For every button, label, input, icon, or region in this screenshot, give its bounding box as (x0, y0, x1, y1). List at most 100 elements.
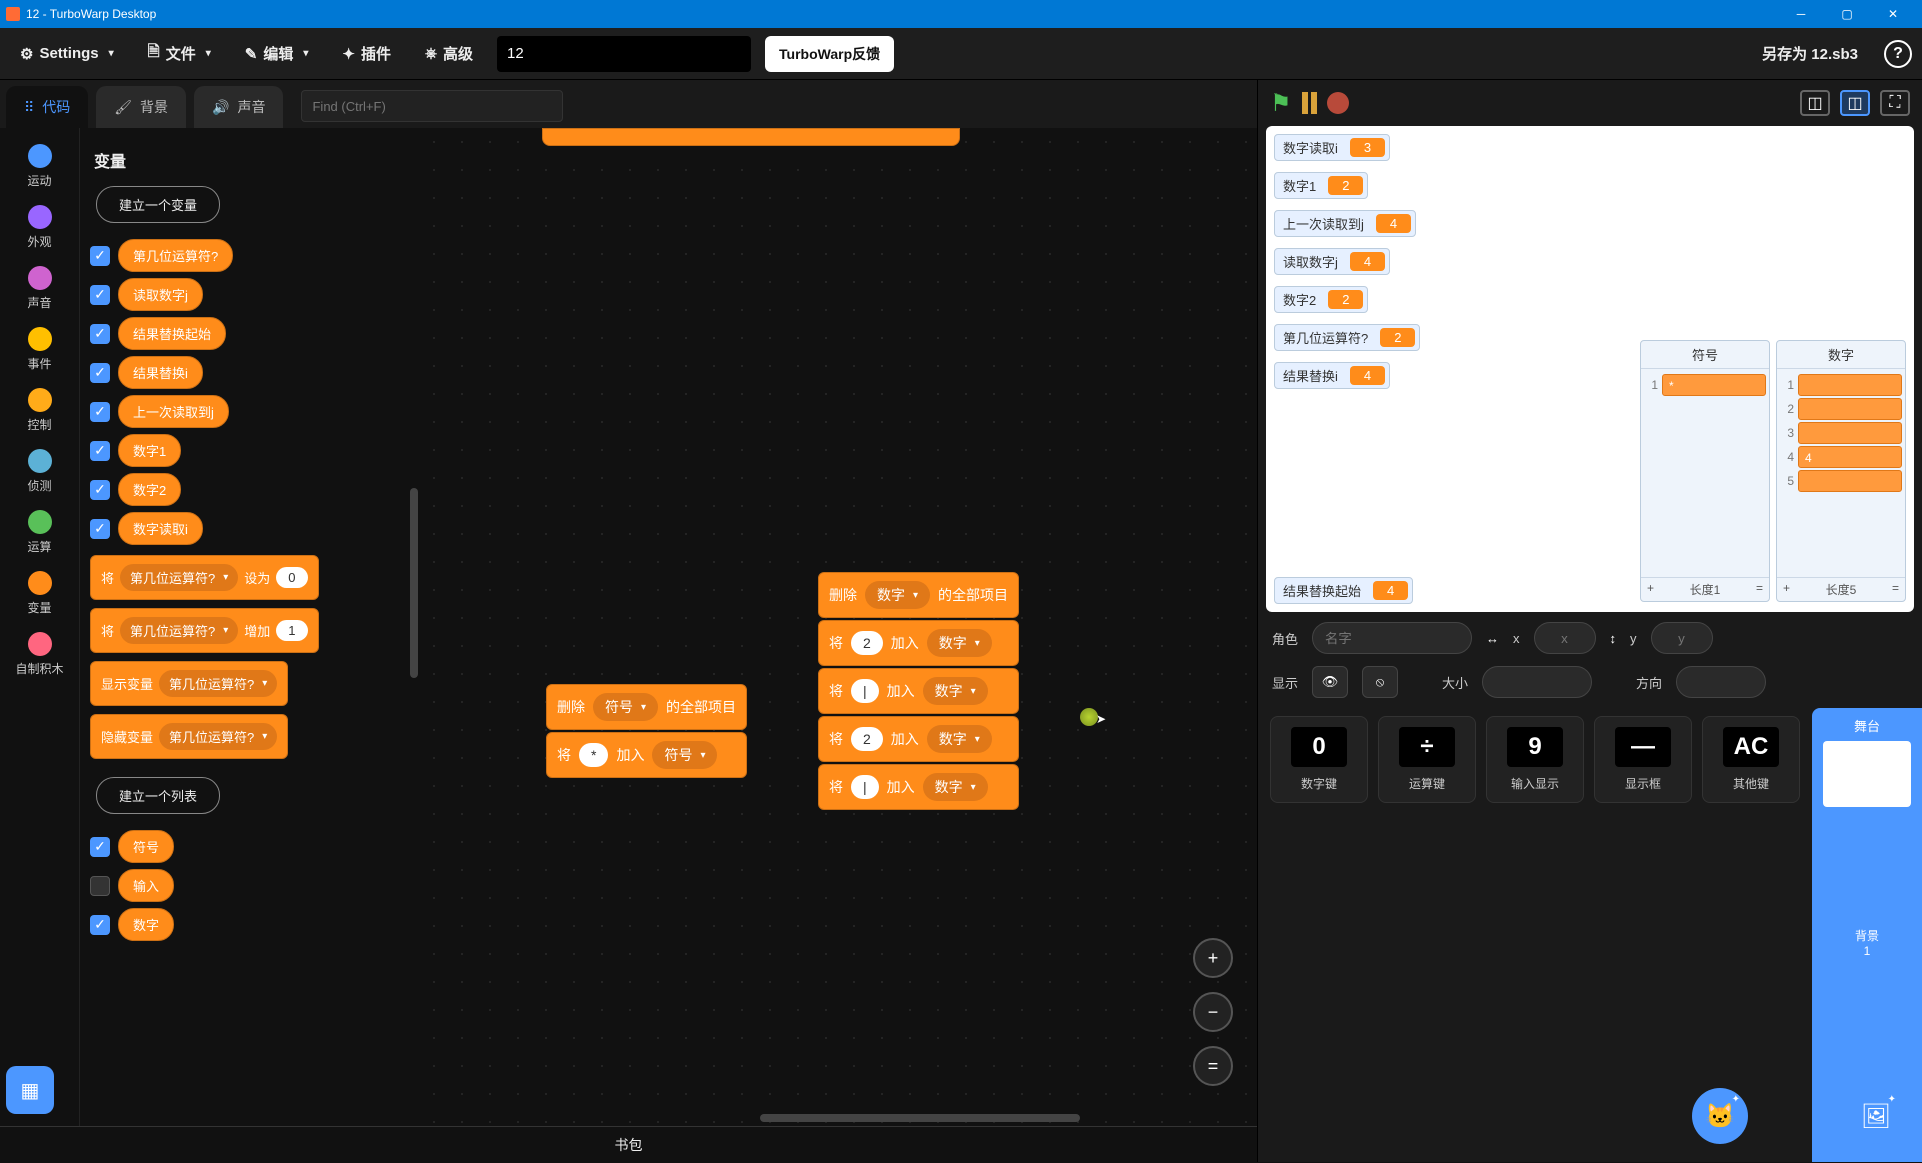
variable-reporter[interactable]: 数字读取i (118, 512, 203, 545)
set-variable-block[interactable]: 将 第几位运算符? 设为 0 (90, 555, 319, 600)
list-dropdown[interactable]: 数字 (923, 773, 988, 801)
tab-code[interactable]: ⠿ 代码 (6, 86, 88, 128)
find-input[interactable] (301, 90, 563, 122)
variable-dropdown[interactable]: 第几位运算符? (120, 617, 238, 644)
category-事件[interactable]: 事件 (0, 319, 79, 380)
list-cell[interactable] (1798, 470, 1902, 492)
advanced-menu[interactable]: ⎈ 高级 (415, 37, 483, 70)
maximize-button[interactable]: ▢ (1824, 0, 1870, 28)
list-dropdown[interactable]: 数字 (927, 629, 992, 657)
stage-thumbnail[interactable] (1823, 741, 1911, 807)
file-menu[interactable]: 🗎 文件 (138, 35, 221, 72)
close-button[interactable]: ✕ (1870, 0, 1916, 28)
sprite-card[interactable]: —显示框 (1594, 716, 1692, 803)
add-to-list-block[interactable]: 将|加入数字 (818, 764, 1019, 810)
list-checkbox[interactable]: ✓ (90, 915, 110, 935)
settings-menu[interactable]: ⚙ Settings (10, 39, 124, 69)
sprite-x-input[interactable] (1534, 622, 1596, 654)
variable-monitor[interactable]: 结果替换起始4 (1274, 577, 1413, 604)
plugins-menu[interactable]: ✦ 插件 (332, 37, 401, 70)
variable-checkbox[interactable]: ✓ (90, 441, 110, 461)
add-to-list-block[interactable]: 将2加入数字 (818, 716, 1019, 762)
variable-monitor[interactable]: 数字22 (1274, 286, 1368, 313)
list-dropdown[interactable]: 数字 (923, 677, 988, 705)
sprite-y-input[interactable] (1651, 622, 1713, 654)
variable-monitor[interactable]: 数字读取i3 (1274, 134, 1390, 161)
sprite-card[interactable]: 0数字键 (1270, 716, 1368, 803)
sprite-card[interactable]: ÷运算键 (1378, 716, 1476, 803)
sprite-direction-input[interactable] (1676, 666, 1766, 698)
pause-button[interactable] (1302, 92, 1317, 114)
hide-variable-block[interactable]: 隐藏变量 第几位运算符? (90, 714, 288, 759)
variable-reporter[interactable]: 结果替换i (118, 356, 203, 389)
list-add-button[interactable]: + (1647, 581, 1654, 598)
list-checkbox[interactable]: ✓ (90, 837, 110, 857)
make-variable-button[interactable]: 建立一个变量 (96, 186, 220, 223)
category-声音[interactable]: 声音 (0, 258, 79, 319)
sprite-name-input[interactable] (1312, 622, 1472, 654)
variable-dropdown[interactable]: 第几位运算符? (159, 723, 277, 750)
addons-button[interactable]: ▦ (6, 1066, 54, 1114)
variable-monitor[interactable]: 数字12 (1274, 172, 1368, 199)
list-dropdown[interactable]: 符号 (652, 741, 717, 769)
variable-reporter[interactable]: 数字1 (118, 434, 181, 467)
category-侦测[interactable]: 侦测 (0, 441, 79, 502)
stage[interactable]: 符号 1* + 长度1 = 数字 123445 + 长度5 = 数字读取i3数字… (1266, 126, 1914, 612)
list-cell[interactable] (1798, 422, 1902, 444)
feedback-button[interactable]: TurboWarp反馈 (765, 36, 894, 72)
project-name-input[interactable] (497, 36, 751, 72)
tab-sounds[interactable]: 🔊 声音 (194, 86, 283, 128)
variable-reporter[interactable]: 数字2 (118, 473, 181, 506)
value-slot[interactable]: 2 (851, 727, 883, 751)
help-button[interactable]: ? (1884, 40, 1912, 68)
stop-button[interactable] (1327, 92, 1349, 114)
variable-monitor[interactable]: 上一次读取到j4 (1274, 210, 1416, 237)
backpack-bar[interactable]: 书包 (0, 1126, 1257, 1162)
category-外观[interactable]: 外观 (0, 197, 79, 258)
green-flag-button[interactable]: ⚑ (1270, 89, 1292, 118)
show-variable-block[interactable]: 显示变量 第几位运算符? (90, 661, 288, 706)
add-to-list-block[interactable]: 将2加入数字 (818, 620, 1019, 666)
edit-menu[interactable]: ✎ 编辑 (235, 37, 319, 70)
variable-dropdown[interactable]: 第几位运算符? (120, 564, 238, 591)
variable-monitor[interactable]: 第几位运算符?2 (1274, 324, 1420, 351)
list-add-button[interactable]: + (1783, 581, 1790, 598)
category-自制积木[interactable]: 自制积木 (0, 624, 79, 685)
script-workspace[interactable]: 删除 符号 的全部项目 将 * 加入 符号 删除 数字 的 (420, 128, 1257, 1126)
category-运动[interactable]: 运动 (0, 136, 79, 197)
variable-reporter[interactable]: 第几位运算符? (118, 239, 233, 272)
value-slot[interactable]: 1 (276, 620, 307, 641)
variable-monitor[interactable]: 结果替换i4 (1274, 362, 1390, 389)
stage-large-button[interactable]: ◫ (1840, 90, 1870, 116)
list-monitor-symbols[interactable]: 符号 1* + 长度1 = (1640, 340, 1770, 602)
add-backdrop-button[interactable]: 🖼✦ (1848, 1088, 1904, 1144)
variable-checkbox[interactable]: ✓ (90, 519, 110, 539)
list-dropdown[interactable]: 符号 (593, 693, 658, 721)
delete-all-block[interactable]: 删除 符号 的全部项目 (546, 684, 747, 730)
list-cell[interactable]: * (1662, 374, 1766, 396)
list-cell[interactable] (1798, 374, 1902, 396)
script-stub[interactable] (542, 128, 960, 146)
add-to-list-block[interactable]: 将 * 加入 符号 (546, 732, 747, 778)
category-运算[interactable]: 运算 (0, 502, 79, 563)
zoom-in-button[interactable]: + (1193, 938, 1233, 978)
variable-checkbox[interactable]: ✓ (90, 285, 110, 305)
palette-scrollbar[interactable] (410, 488, 418, 678)
list-dropdown[interactable]: 数字 (865, 581, 930, 609)
variable-dropdown[interactable]: 第几位运算符? (159, 670, 277, 697)
variable-monitor[interactable]: 读取数字j4 (1274, 248, 1390, 275)
tab-backdrops[interactable]: 🖌 背景 (96, 86, 186, 128)
variable-reporter[interactable]: 上一次读取到j (118, 395, 229, 428)
variable-checkbox[interactable]: ✓ (90, 480, 110, 500)
add-sprite-button[interactable]: 🐱✦ (1692, 1088, 1748, 1144)
save-as-label[interactable]: 另存为 12.sb3 (1762, 43, 1858, 64)
delete-all-block[interactable]: 删除 数字 的全部项目 (818, 572, 1019, 618)
list-cell[interactable] (1798, 398, 1902, 420)
value-slot[interactable]: 0 (276, 567, 307, 588)
variable-reporter[interactable]: 读取数字j (118, 278, 203, 311)
make-list-button[interactable]: 建立一个列表 (96, 777, 220, 814)
value-slot[interactable]: 2 (851, 631, 883, 655)
hide-button[interactable]: ⦸ (1362, 666, 1398, 698)
list-dropdown[interactable]: 数字 (927, 725, 992, 753)
change-variable-block[interactable]: 将 第几位运算符? 增加 1 (90, 608, 319, 653)
